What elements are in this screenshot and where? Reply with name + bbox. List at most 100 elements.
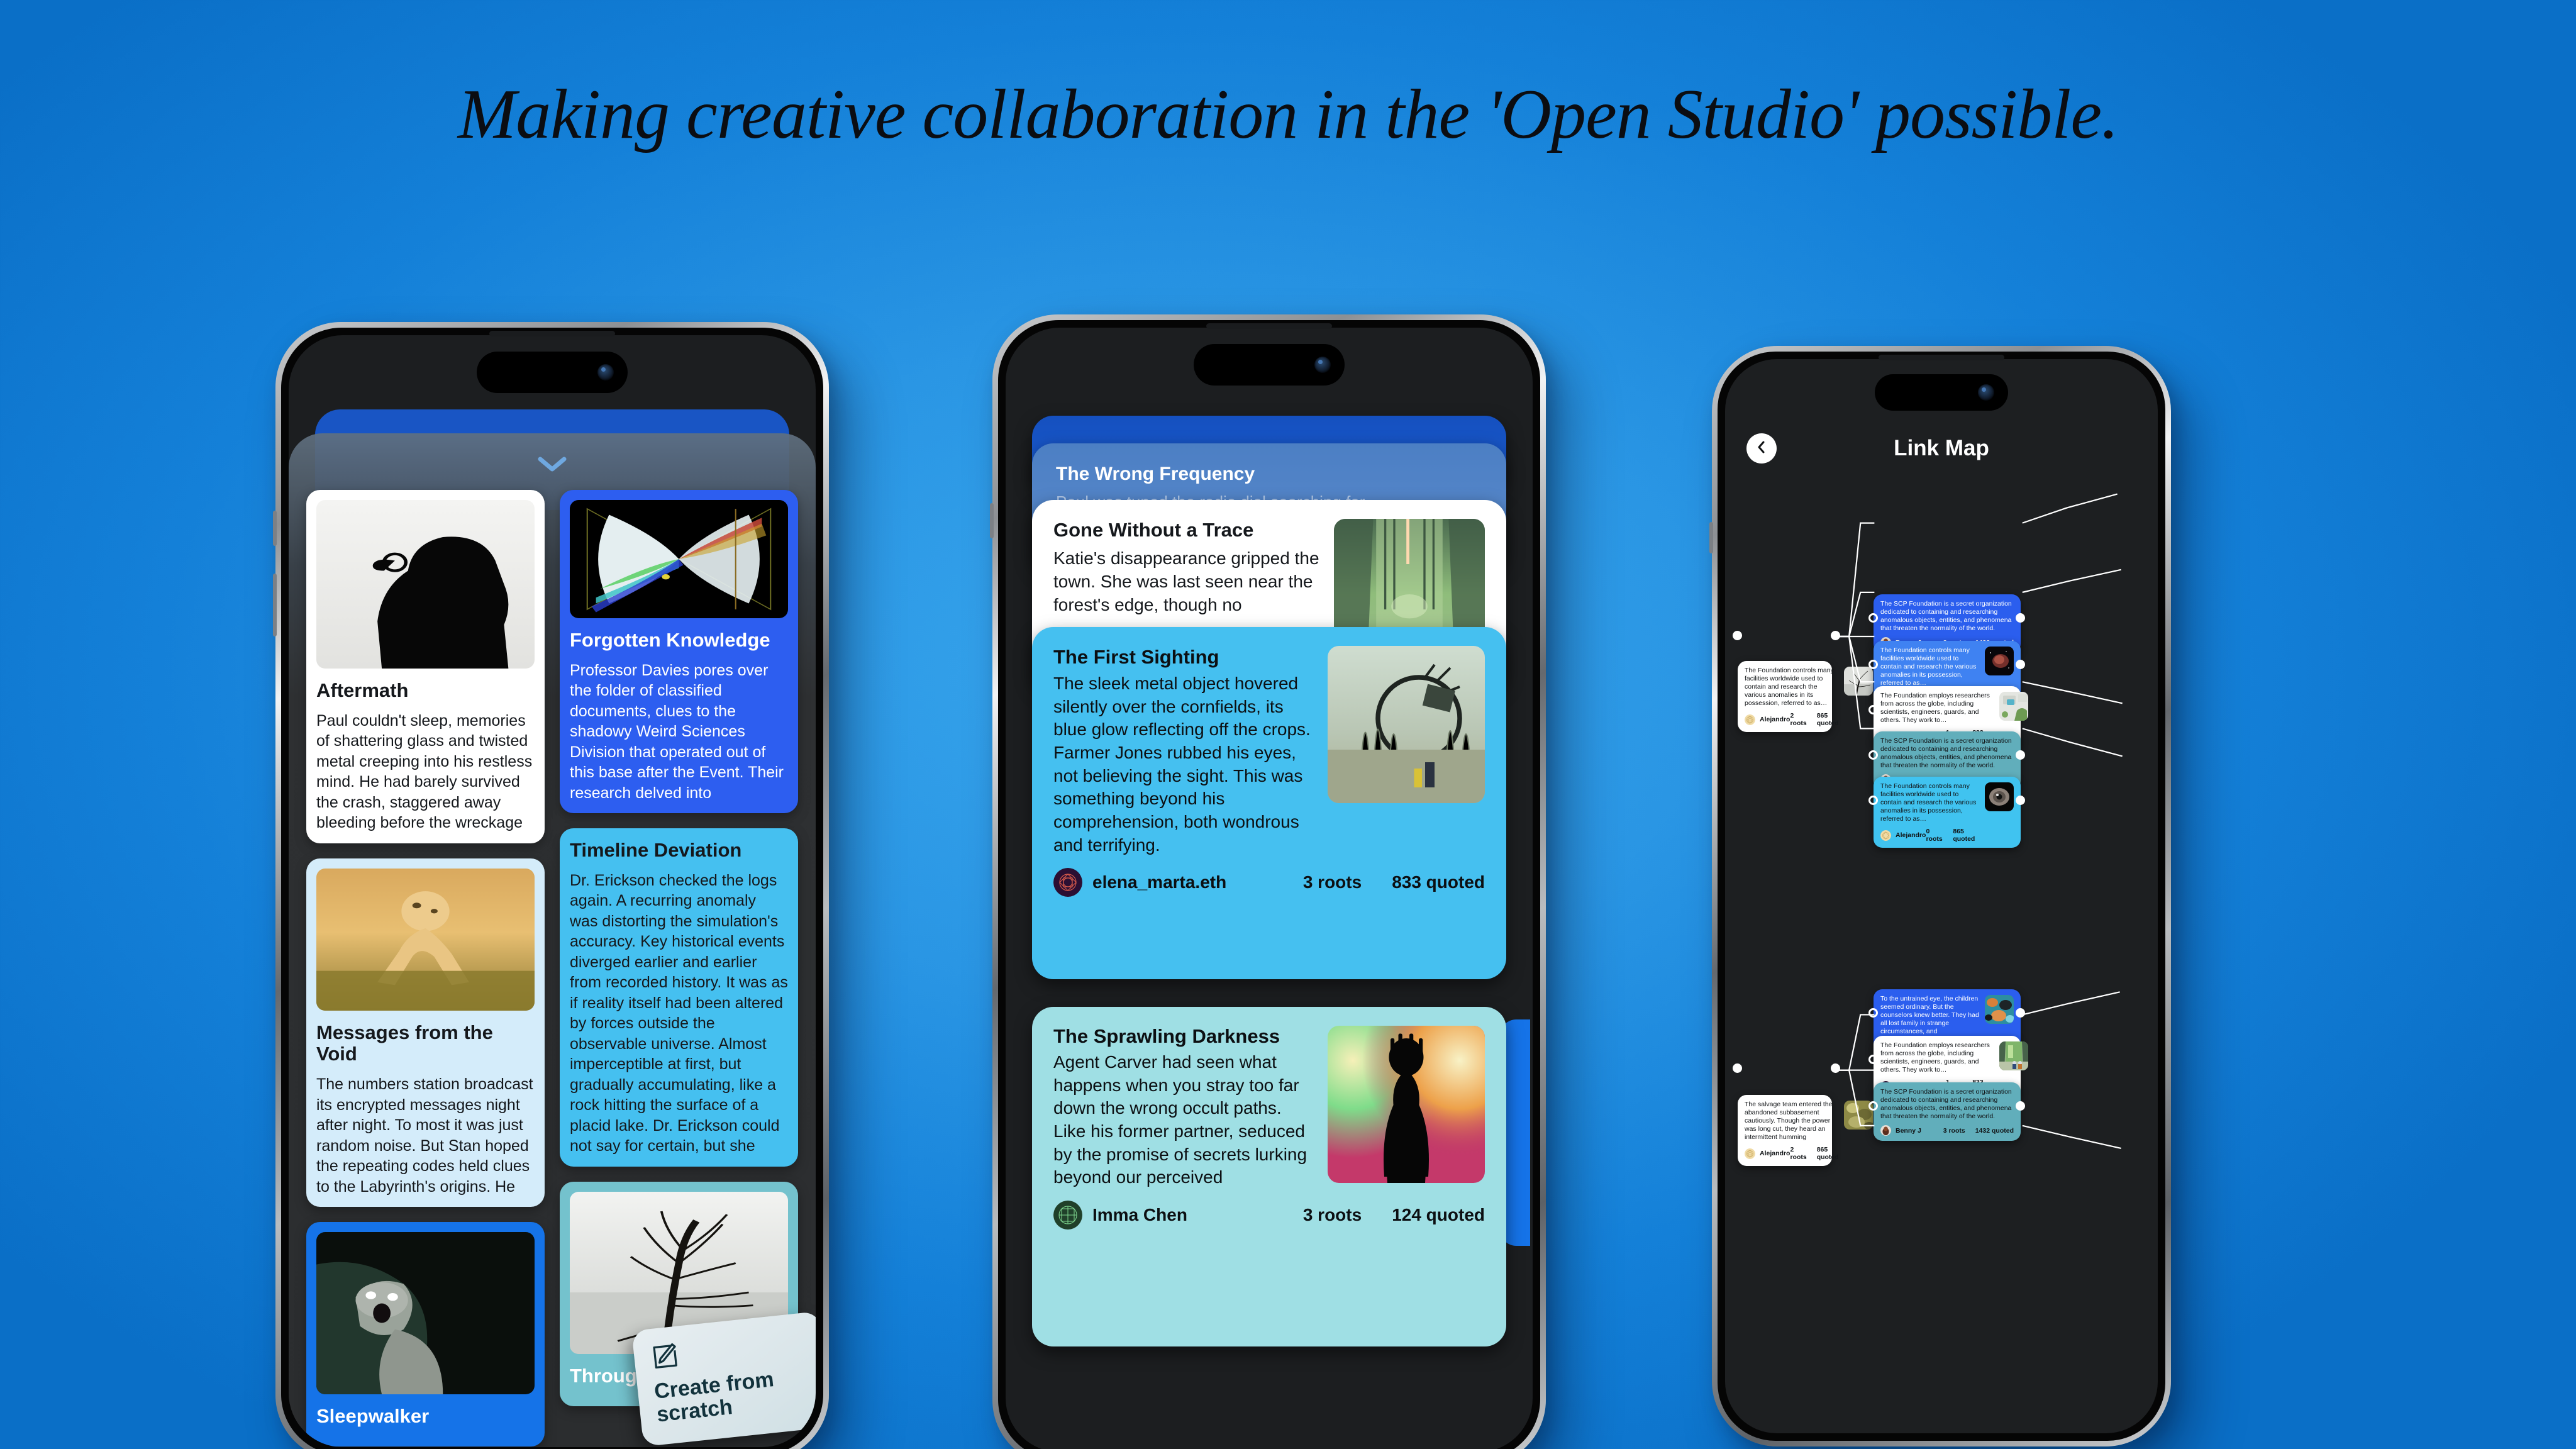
node-port[interactable] [1733, 631, 1742, 640]
node-author: Alejandro [1896, 831, 1926, 840]
front-camera-icon [597, 364, 614, 380]
card-roots-count: 3 roots [1302, 872, 1362, 892]
phone-side-button [990, 503, 994, 538]
phone-speaker [1879, 355, 2004, 360]
phone1-screen: Aftermath Paul couldn't sleep, memories … [289, 335, 816, 1447]
card-title: Messages from the Void [316, 1021, 493, 1065]
card-title: Timeline Deviation [570, 839, 742, 862]
card-title: The Sprawling Darkness [1053, 1025, 1280, 1047]
phone-speaker [489, 331, 615, 336]
card-thumbnail [1328, 1026, 1485, 1183]
story-card[interactable]: Messages from the Void The numbers stati… [306, 858, 545, 1208]
node-port[interactable] [1733, 1063, 1742, 1073]
story-card[interactable]: Forgotten Knowledge Professor Davies por… [560, 490, 798, 814]
node-port[interactable] [2016, 1008, 2025, 1018]
linkmap-node[interactable]: The Foundation controls many facilities … [1874, 777, 2021, 848]
card-body: The numbers station broadcast its encryp… [316, 1075, 533, 1196]
linkmap-node[interactable]: The SCP Foundation is a secret organizat… [1874, 1082, 2021, 1141]
card-column-right: Forgotten Knowledge Professor Davies por… [560, 490, 798, 1447]
story-card[interactable]: The Sprawling Darkness Agent Carver had … [1032, 1007, 1506, 1346]
avatar [1745, 714, 1755, 725]
node-port[interactable] [1868, 1008, 1878, 1018]
compose-icon [649, 1340, 681, 1372]
create-from-scratch-button[interactable]: Create from scratch [631, 1311, 816, 1447]
node-body: The SCP Foundation is a secret organizat… [1880, 1088, 2012, 1121]
node-body: The Foundation controls many facilities … [1880, 782, 1977, 823]
story-card[interactable]: Sleepwalker [306, 1222, 545, 1446]
card-title: Sleepwalker [316, 1405, 430, 1428]
page-headline: Making creative collaboration in the 'Op… [457, 75, 2119, 153]
node-port[interactable] [1868, 1055, 1878, 1064]
node-port[interactable] [1868, 660, 1878, 669]
phone-mockup-feed: Aftermath Paul couldn't sleep, memories … [273, 322, 829, 1449]
card-roots-count: 3 roots [1302, 1205, 1362, 1225]
card-body: The sleek metal object hovered silently … [1053, 674, 1311, 855]
card-title: The First Sighting [1053, 646, 1219, 668]
phone-volume-up-button [273, 574, 277, 636]
phone-mockup-linkmap: Link Map The Foundation controls many fa… [1709, 346, 2171, 1446]
node-roots-count: 3 roots [1943, 1126, 1965, 1135]
card-thumbnail [570, 500, 788, 618]
node-port[interactable] [1868, 750, 1878, 760]
card-body: Professor Davies pores over the folder o… [570, 661, 784, 802]
avatar [1053, 868, 1082, 897]
node-body: The Foundation employs researchers from … [1880, 1041, 1990, 1074]
card-title: Forgotten Knowledge [570, 629, 770, 651]
node-port[interactable] [2016, 750, 2025, 760]
stack-divider [1006, 982, 1533, 1007]
node-body: The salvage team entered the abandoned s… [1745, 1101, 1833, 1141]
create-from-scratch-label: Create from scratch [653, 1367, 775, 1426]
node-port[interactable] [2016, 796, 2025, 805]
avatar [1745, 1148, 1755, 1159]
avatar [1880, 830, 1891, 841]
node-thumbnail [1999, 1041, 2029, 1070]
node-quoted-count: 865 quoted [1953, 828, 1975, 843]
story-card[interactable]: Timeline Deviation Dr. Erickson checked … [560, 828, 798, 1167]
card-body: Agent Carver had seen what happens when … [1053, 1052, 1307, 1187]
phone3-screen: Link Map The Foundation controls many fa… [1725, 359, 2158, 1433]
node-port[interactable] [2016, 613, 2025, 623]
back-button[interactable] [1746, 433, 1777, 464]
linkmap-canvas[interactable]: The Foundation controls many facilities … [1725, 359, 2158, 1433]
page-title: Link Map [1894, 436, 1989, 460]
card-column-left: Aftermath Paul couldn't sleep, memories … [306, 490, 545, 1447]
card-body: Dr. Erickson checked the logs again. A r… [570, 871, 788, 1155]
story-card[interactable]: Aftermath Paul couldn't sleep, memories … [306, 490, 545, 843]
node-port[interactable] [2016, 1101, 2025, 1111]
node-roots-count: 0 roots [1926, 828, 1943, 843]
chevron-down-icon[interactable] [538, 456, 567, 472]
node-port[interactable] [2016, 660, 2025, 669]
node-body: The SCP Foundation is a secret organizat… [1880, 600, 2012, 633]
dynamic-island [1875, 374, 2008, 411]
linkmap-root-node[interactable]: The Foundation controls many facilities … [1738, 661, 1873, 733]
node-port[interactable] [1868, 796, 1878, 805]
dynamic-island [1194, 344, 1345, 386]
node-body: The Foundation employs researchers from … [1880, 692, 1990, 724]
feed-sheet: Aftermath Paul couldn't sleep, memories … [289, 433, 816, 1447]
card-thumbnail [316, 1232, 535, 1395]
phone2-screen: Echoes of the Event The Wrong Frequency … [1006, 328, 1533, 1449]
node-port[interactable] [1831, 631, 1840, 640]
node-port[interactable] [1868, 1101, 1878, 1111]
phone-side-button [1709, 522, 1713, 553]
node-port[interactable] [1868, 705, 1878, 714]
card-title: Gone Without a Trace [1053, 519, 1254, 541]
node-thumbnail [1985, 647, 2014, 675]
linkmap-root-node[interactable]: The salvage team entered the abandoned s… [1738, 1095, 1873, 1167]
node-port[interactable] [1831, 1063, 1840, 1073]
story-stack: Echoes of the Event The Wrong Frequency … [1006, 416, 1533, 1449]
card-meta: Imma Chen 3 roots 124 quoted [1053, 1201, 1485, 1230]
card-thumbnail [316, 868, 535, 1011]
card-thumbnail [316, 500, 535, 669]
story-card[interactable]: The First Sighting The sleek metal objec… [1032, 627, 1506, 979]
card-author: Imma Chen [1092, 1205, 1187, 1225]
node-quoted-count: 865 quoted [1816, 712, 1839, 728]
node-port[interactable] [1868, 613, 1878, 623]
node-body: The SCP Foundation is a secret organizat… [1880, 737, 2012, 770]
node-body: The Foundation controls many facilities … [1745, 667, 1834, 708]
card-body: Katie's disappearance gripped the town. … [1053, 548, 1319, 615]
node-roots-count: 2 roots [1790, 1146, 1807, 1162]
phone-side-button [273, 511, 277, 546]
card-author: elena_marta.eth [1092, 872, 1227, 892]
node-body: The Foundation controls many facilities … [1880, 647, 1977, 687]
